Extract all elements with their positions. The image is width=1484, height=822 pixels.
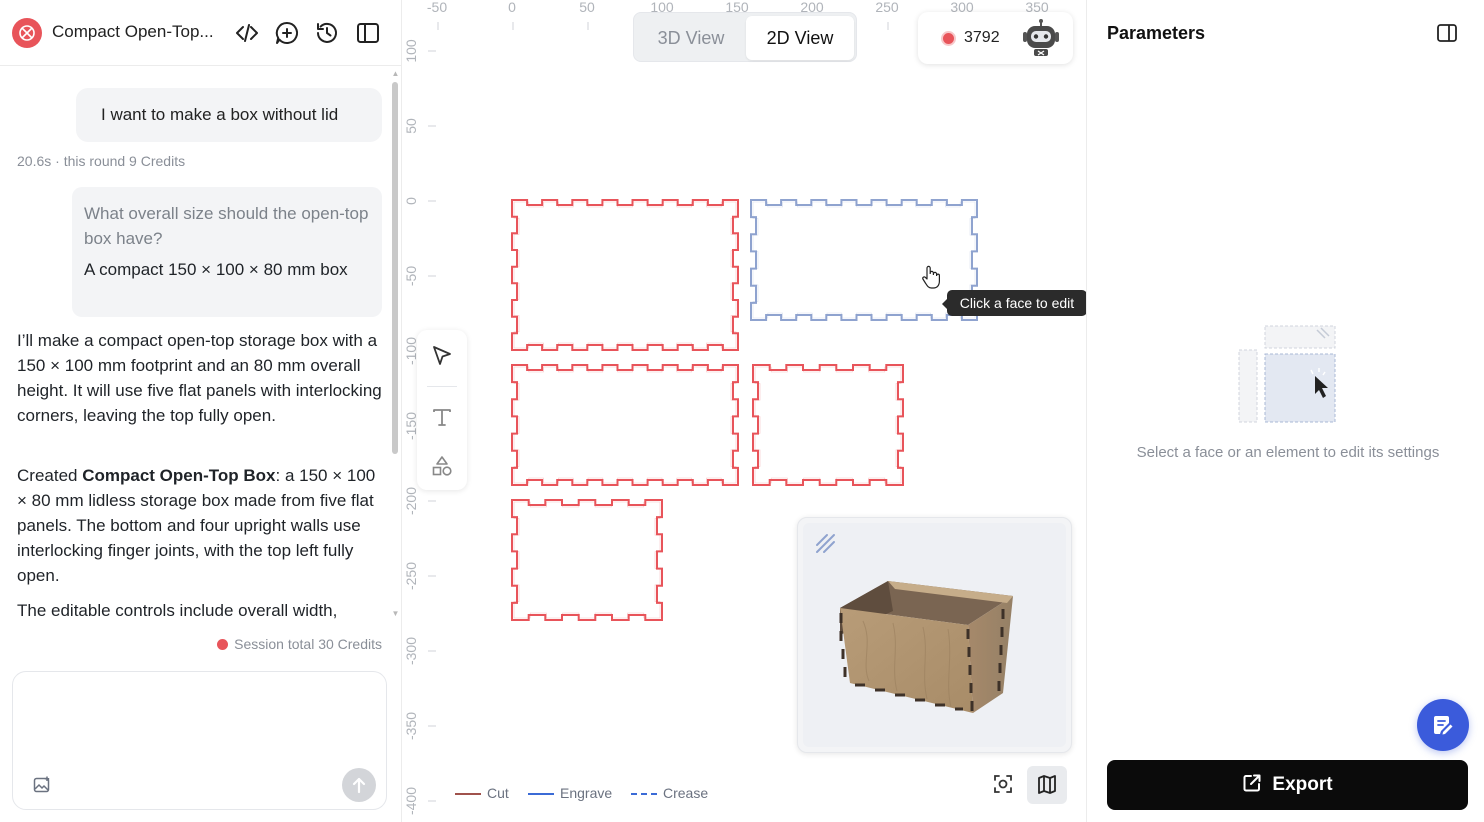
panel-front-inner: [513, 201, 737, 349]
panel-front[interactable]: [511, 199, 739, 351]
panel-back[interactable]: [511, 364, 739, 486]
ruler-y-label: 50: [403, 118, 419, 134]
ruler-y-label: -250: [403, 562, 419, 590]
map-button[interactable]: [1027, 766, 1067, 804]
sidebar-toggle-icon[interactable]: [355, 20, 381, 46]
box-name: Compact Open-Top Box: [82, 466, 276, 485]
ruler-x-label: 50: [579, 0, 595, 15]
map-icon: [1038, 775, 1056, 794]
app-logo: [12, 18, 42, 48]
logo-icon: [19, 25, 35, 41]
shapes-tool-icon[interactable]: [430, 454, 454, 478]
clarification-card: What overall size should the open-top bo…: [72, 187, 382, 317]
ruler-x-label: 0: [508, 0, 516, 15]
texture-toggle-icon[interactable]: [814, 532, 838, 556]
clarification-answer: A compact 150 × 100 × 80 mm box: [84, 260, 348, 279]
credit-icon: [217, 639, 229, 650]
legend-crease-label: Crease: [663, 785, 709, 801]
chat-header: Compact Open-Top...: [0, 0, 402, 66]
text-tool-icon[interactable]: [430, 405, 454, 429]
3d-preview[interactable]: [797, 517, 1072, 753]
toolbar-divider: [427, 386, 457, 387]
select-tool-icon[interactable]: [430, 344, 454, 368]
assistant-paragraph-3: The editable controls include overall wi…: [17, 601, 338, 620]
ruler-y-label: -200: [403, 487, 419, 515]
legend-crease-swatch: [631, 793, 657, 795]
box-3d-render: [839, 581, 1013, 713]
credit-icon: [941, 31, 956, 46]
chat-title: Compact Open-Top...: [52, 22, 214, 41]
panel-side-left[interactable]: [511, 499, 663, 621]
panel-side-right-inner: [754, 366, 902, 484]
legend-cut-swatch: [455, 793, 481, 795]
export-icon: [1243, 774, 1261, 792]
notes-fab-button[interactable]: [1417, 699, 1469, 751]
chat-input[interactable]: [12, 671, 387, 810]
new-chat-icon[interactable]: [274, 20, 300, 46]
credits-balance: 3792: [964, 29, 1000, 46]
ruler-y-label: -350: [403, 712, 419, 740]
legend-engrave-label: Engrave: [560, 785, 613, 801]
code-icon[interactable]: [234, 20, 260, 46]
clarification-question: What overall size should the open-top bo…: [84, 204, 369, 248]
ruler-y-label: -50: [403, 266, 419, 286]
parameters-title: Parameters: [1107, 23, 1206, 43]
empty-state-illustration: [1237, 324, 1337, 426]
edit-notes-icon: [1434, 716, 1453, 735]
arrow-up-icon: [352, 777, 366, 794]
ruler-y-label: 100: [403, 39, 419, 63]
panel-side-left-inner: [513, 501, 661, 619]
parameters-panel: Parameters Select a face or an element t…: [1086, 0, 1484, 822]
tooltip-arrow: [942, 299, 947, 309]
send-button[interactable]: [342, 768, 376, 802]
export-label: Export: [1272, 774, 1333, 795]
credits-card[interactable]: 3792: [918, 12, 1073, 64]
view-toggle[interactable]: 3D View 2D View: [633, 12, 857, 62]
assistant-paragraph-2: Created Compact Open-Top Box: a 150 × 10…: [17, 463, 385, 588]
session-total: Session total 30 Credits: [0, 636, 382, 652]
round-meta: 20.6s · this round 9 Credits: [17, 153, 186, 169]
empty-state-text: Select a face or an element to edit its …: [1136, 444, 1440, 461]
assistant-paragraph-1: I’ll make a compact open-top storage box…: [17, 331, 382, 425]
design-canvas[interactable]: -50 0 50 100 150 200 250 300 350 100 50 0 -50 -100 -1…: [403, 0, 1086, 822]
hand-cursor-icon: [922, 265, 940, 289]
scroll-thumb[interactable]: [392, 82, 398, 454]
legend-cut-label: Cut: [487, 785, 509, 801]
panel-back-inner: [513, 366, 737, 484]
history-icon[interactable]: [314, 20, 340, 46]
ruler-y-label: 0: [403, 197, 419, 205]
drawing-toolbar: [417, 330, 467, 490]
ruler-y-label: -300: [403, 637, 419, 665]
export-button[interactable]: Export: [1107, 760, 1468, 810]
para2-prefix: Created: [17, 466, 83, 485]
fit-view-button[interactable]: [987, 768, 1019, 800]
panel-toggle-icon[interactable]: [1435, 21, 1459, 45]
session-total-text: Session total 30 Credits: [234, 636, 382, 652]
fit-view-icon: [994, 775, 1012, 793]
user-message: I want to make a box without lid: [76, 88, 382, 142]
hint-tooltip: Click a face to edit: [942, 290, 1086, 316]
tooltip-text: Click a face to edit: [959, 295, 1075, 311]
panel-side-right[interactable]: [752, 364, 904, 486]
ruler-x-label: -50: [427, 0, 447, 15]
scroll-up-arrow[interactable]: ▲: [391, 70, 400, 78]
chat-messages: I want to make a box without lid 20.6s ·…: [0, 67, 392, 623]
chat-panel: Compact Open-Top... I want to make a box…: [0, 0, 402, 822]
view-3d-button[interactable]: 3D View: [637, 16, 745, 60]
image-upload-icon[interactable]: [33, 776, 51, 794]
scroll-down-arrow[interactable]: ▼: [391, 610, 400, 618]
legend-engrave-swatch: [528, 793, 554, 795]
ruler-y-label: -400: [403, 787, 419, 815]
robot-assistant-icon[interactable]: [1021, 18, 1061, 58]
3d-preview-viewport[interactable]: [803, 523, 1066, 747]
view-2d-button[interactable]: 2D View: [746, 16, 854, 60]
chat-scrollbar[interactable]: ▲ ▼: [391, 70, 400, 618]
ruler-x-label: 250: [875, 0, 899, 15]
